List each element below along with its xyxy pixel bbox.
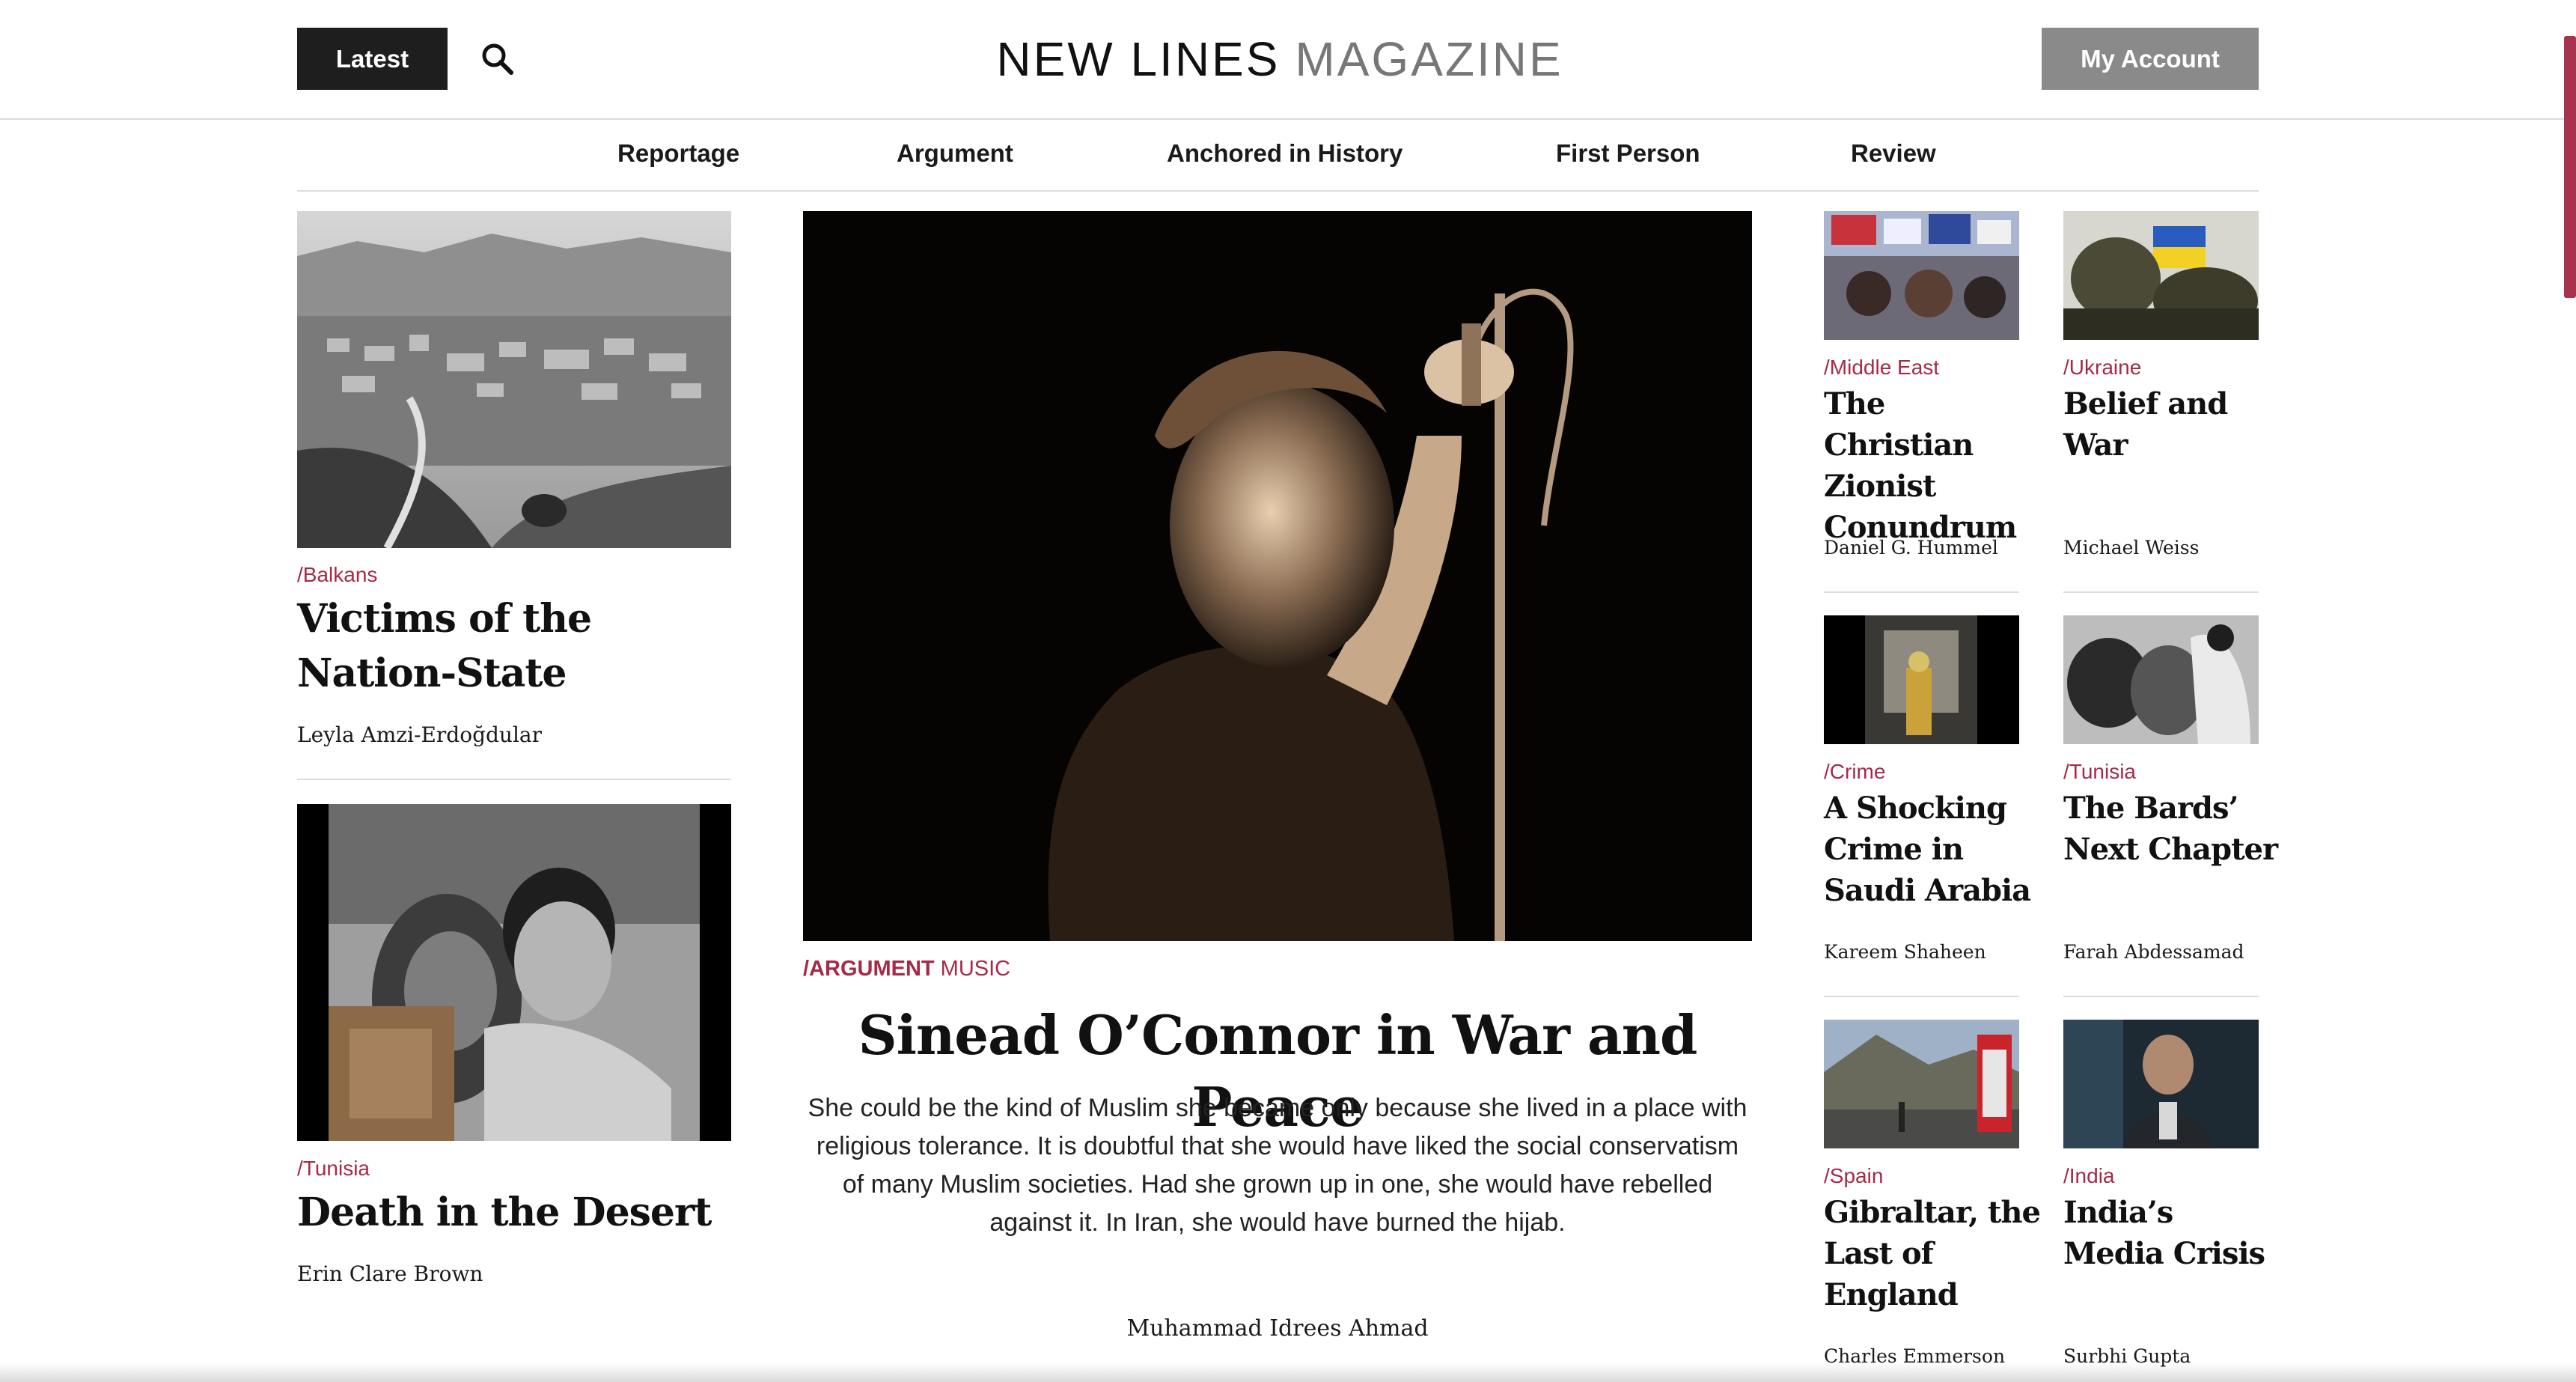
article-title[interactable]: Victims of the Nation-State [297, 591, 746, 701]
article-author[interactable]: Michael Weiss [2063, 537, 2199, 558]
article-tag[interactable]: /Balkans [297, 563, 377, 587]
article-image-middle-east[interactable] [1824, 211, 2019, 340]
article-tag[interactable]: /Crime [1824, 760, 1885, 784]
article-image-balkans[interactable] [297, 211, 731, 548]
article-author[interactable]: Farah Abdessamad [2063, 941, 2244, 963]
article-title[interactable]: Death in the Desert [297, 1187, 746, 1239]
feature-image[interactable] [803, 211, 1752, 941]
nav-item-argument[interactable]: Argument [897, 139, 1013, 168]
site-header: Latest NEW LINES MAGAZINE My Account [0, 0, 2576, 120]
feature-subsection-link[interactable]: MUSIC [941, 957, 1010, 981]
article-tag[interactable]: /Tunisia [2063, 760, 2136, 784]
article-author[interactable]: Leyla Amzi-Erdoğdular [297, 722, 542, 747]
article-author[interactable]: Kareem Shaheen [1824, 941, 1986, 963]
article-title[interactable]: Gibraltar, the Last of England [1824, 1192, 2041, 1315]
article-image-india[interactable] [2063, 1020, 2259, 1148]
my-account-button[interactable]: My Account [2042, 28, 2259, 90]
divider [297, 779, 731, 780]
latest-button[interactable]: Latest [297, 28, 448, 90]
article-tag[interactable]: /India [2063, 1164, 2115, 1188]
site-logo[interactable]: NEW LINES MAGAZINE [996, 30, 1560, 88]
divider [1824, 996, 2019, 997]
article-image-spain[interactable] [1824, 1020, 2019, 1148]
article-tag[interactable]: /Spain [1824, 1164, 1883, 1188]
logo-text-secondary: MAGAZINE [1295, 32, 1563, 86]
article-title[interactable]: The Christian Zionist Conundrum [1824, 383, 2041, 548]
article-image-crime[interactable] [1824, 615, 2019, 744]
nav-item-anchored-in-history[interactable]: Anchored in History [1167, 139, 1403, 168]
scrollbar-thumb[interactable] [2564, 36, 2576, 298]
feature-dek: She could be the kind of Muslim she beca… [808, 1094, 1748, 1237]
article-image-tunisia-desert[interactable] [297, 804, 731, 1141]
article-title[interactable]: Belief and War [2063, 383, 2280, 466]
article-author[interactable]: Daniel G. Hummel [1824, 537, 1998, 558]
article-title[interactable]: The Bards’ Next Chapter [2063, 788, 2280, 870]
viewport-bottom-edge [0, 1363, 2576, 1382]
feature-author[interactable]: Muhammad Idrees Ahmad [803, 1315, 1752, 1342]
divider [2063, 996, 2259, 997]
nav-item-reportage[interactable]: Reportage [617, 139, 739, 168]
divider [1824, 591, 2019, 593]
feature-section-link[interactable]: /ARGUMENT [803, 957, 935, 981]
article-image-ukraine[interactable] [2063, 211, 2259, 340]
section-nav: Reportage Argument Anchored in History F… [297, 120, 2259, 192]
article-tag[interactable]: /Tunisia [297, 1157, 370, 1181]
search-icon[interactable] [476, 37, 518, 79]
article-tag[interactable]: /Middle East [1824, 356, 1939, 380]
article-image-tunisia-bards[interactable] [2063, 615, 2259, 744]
article-author[interactable]: Erin Clare Brown [297, 1261, 483, 1286]
nav-item-first-person[interactable]: First Person [1556, 139, 1700, 168]
article-tag[interactable]: /Ukraine [2063, 356, 2141, 380]
feature-section-label: /ARGUMENT MUSIC [803, 957, 1010, 981]
nav-item-review[interactable]: Review [1851, 139, 1936, 168]
divider [2063, 591, 2259, 593]
article-title[interactable]: India’s Media Crisis [2063, 1192, 2280, 1274]
logo-text-primary: NEW LINES [996, 32, 1281, 86]
article-title[interactable]: A Shocking Crime in Saudi Arabia [1824, 788, 2041, 911]
